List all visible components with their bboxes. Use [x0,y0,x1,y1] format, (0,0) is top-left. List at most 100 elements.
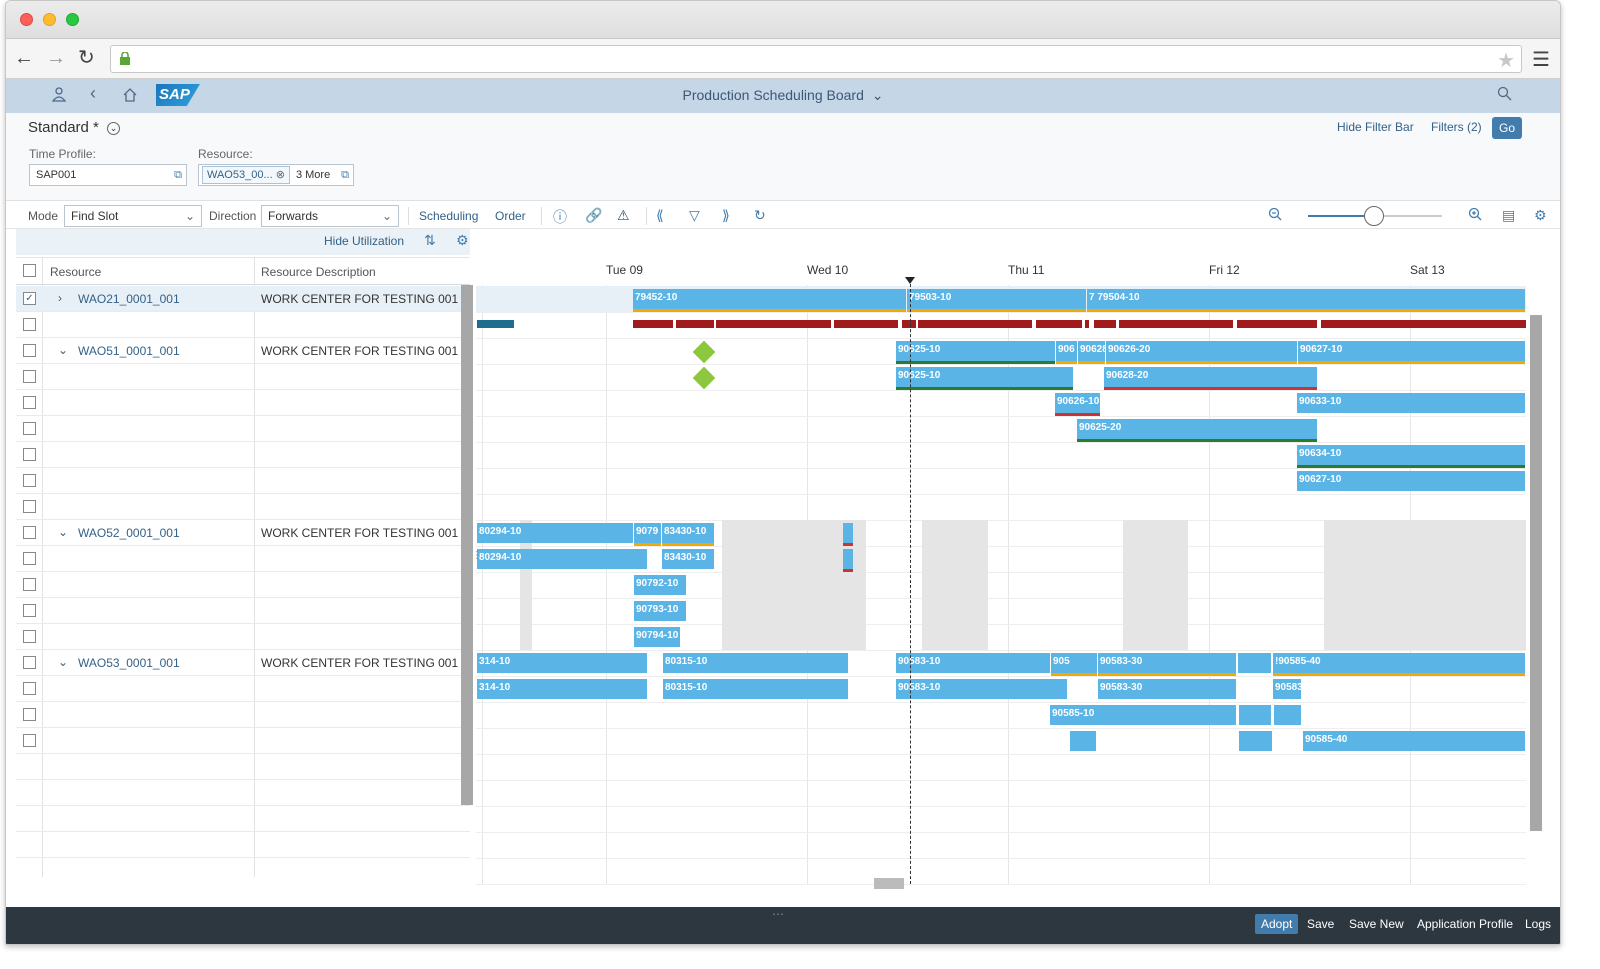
legend-icon[interactable]: ▤ [1502,207,1515,224]
expand-chevron-icon[interactable]: › [58,291,62,305]
token-remove-icon[interactable]: ⊗ [276,169,285,181]
row-checkbox[interactable] [23,656,36,669]
resource-link[interactable]: WAO53_0001_001 [78,656,180,670]
minimize-window-button[interactable] [43,13,56,26]
resource-link[interactable]: WAO51_0001_001 [78,344,180,358]
operation-bar[interactable]: 80294-10 [477,549,647,569]
milestone-diamond-icon[interactable] [692,340,716,364]
value-help-icon[interactable]: ⧉ [341,165,349,185]
row-checkbox[interactable] [23,552,36,565]
row-checkbox[interactable] [23,370,36,383]
table-row[interactable]: ⌄ WAO52_0001_001 WORK CENTER FOR TESTING 0… [16,520,470,546]
operation-bar[interactable]: 90792-10 [634,575,686,595]
variant-selector[interactable]: Standard * ⌄ [28,119,121,136]
operation-bar[interactable] [843,523,853,543]
operation-bar[interactable]: 90794-10 [634,627,680,647]
operation-bar[interactable]: 90625-20 [1077,419,1317,439]
maximize-window-button[interactable] [66,13,79,26]
table-row[interactable] [16,676,470,702]
operation-bar[interactable]: 90627-10 [1298,341,1525,361]
table-row[interactable] [16,546,470,572]
row-checkbox[interactable] [23,630,36,643]
table-row[interactable]: ⌄ WAO51_0001_001 WORK CENTER FOR TESTING 0… [16,338,470,364]
close-window-button[interactable] [20,13,33,26]
resource-input[interactable]: WAO53_00... ⊗ 3 More ⧉ [198,164,354,186]
operation-bar[interactable] [1239,731,1272,751]
row-checkbox[interactable] [23,396,36,409]
logs-button[interactable]: Logs [1525,917,1551,931]
row-checkbox[interactable] [23,708,36,721]
operation-bar[interactable] [1239,705,1271,725]
value-help-icon[interactable]: ⧉ [174,165,182,185]
expand-chevron-icon[interactable]: ⌄ [58,525,68,539]
save-button[interactable]: Save [1307,917,1334,931]
splitter-handle-icon[interactable]: ⋮ [472,551,482,561]
operation-bar[interactable]: 314-10 [477,679,647,699]
back-arrow-icon[interactable]: ← [14,46,34,70]
zoom-in-icon[interactable] [1468,207,1482,224]
resource-link[interactable]: WAO52_0001_001 [78,526,180,540]
filters-link[interactable]: Filters (2) [1431,120,1482,134]
direction-select[interactable]: Forwards ⌄ [261,205,399,227]
table-row[interactable] [16,494,470,520]
operation-bar[interactable]: 90585-10 [1050,705,1236,725]
expand-chevron-icon[interactable]: ⌄ [58,343,68,357]
link-icon[interactable]: 🔗 [585,207,602,224]
operation-bar[interactable]: 90628 [1078,341,1105,361]
warning-icon[interactable]: ⚠ [617,207,630,224]
resource-link[interactable]: WAO21_0001_001 [78,292,180,306]
app-title[interactable]: Production Scheduling Board ⌄ [6,87,1560,104]
table-row[interactable] [16,468,470,494]
row-checkbox[interactable] [23,604,36,617]
operation-bar[interactable]: 80294-10 [477,523,633,543]
refresh-icon[interactable]: ↻ [754,207,766,224]
operation-bar[interactable]: 90627-10 [1297,471,1525,491]
address-bar[interactable]: ★ [110,45,1522,73]
operation-bar[interactable] [843,549,853,569]
table-row[interactable] [16,624,470,650]
operation-bar[interactable]: 90583-30 [1098,679,1236,699]
table-row[interactable]: ⌄ WAO53_0001_001 WORK CENTER FOR TESTING 0… [16,650,470,676]
operation-bar[interactable]: 79503-10 [907,289,1086,309]
column-header-description[interactable]: Resource Description [261,265,376,279]
table-row[interactable] [16,728,470,754]
operation-bar[interactable]: 90583-30 [1098,653,1236,673]
search-icon[interactable] [1497,86,1512,104]
reload-icon[interactable]: ↻ [78,46,95,70]
table-row[interactable]: ✓ › WAO21_0001_001 WORK CENTER FOR TESTING … [16,286,470,312]
mode-select[interactable]: Find Slot ⌄ [64,205,202,227]
expand-chevron-icon[interactable]: ⌄ [58,655,68,669]
zoom-out-icon[interactable] [1268,207,1282,224]
operation-bar[interactable] [1070,731,1096,751]
table-settings-gear-icon[interactable]: ⚙ [456,232,469,249]
operation-bar[interactable]: 79452-10 [633,289,906,309]
operation-bar[interactable]: 9079 [634,523,661,543]
row-checkbox[interactable] [23,734,36,747]
hide-filter-bar-link[interactable]: Hide Filter Bar [1337,120,1414,134]
row-checkbox[interactable] [23,526,36,539]
table-row[interactable] [16,598,470,624]
hide-utilization-button[interactable]: Hide Utilization [324,234,404,248]
select-all-checkbox[interactable] [23,264,36,277]
resize-grip-icon[interactable]: ⋯ [772,907,784,921]
settings-gear-icon[interactable]: ⚙ [1534,207,1547,224]
resource-token[interactable]: WAO53_00... ⊗ [202,166,290,184]
row-checkbox[interactable] [23,578,36,591]
operation-bar[interactable]: 83430-10 [662,523,714,543]
operation-bar[interactable]: 90625-10 [896,341,1055,361]
row-checkbox[interactable] [23,318,36,331]
gantt-horizontal-scrollbar[interactable] [874,878,904,889]
operation-bar[interactable]: 905 [1051,653,1097,673]
table-row[interactable] [16,442,470,468]
bookmark-star-icon[interactable]: ★ [1497,48,1515,73]
row-checkbox[interactable] [23,500,36,513]
operation-bar[interactable]: 7 79504-10 [1087,289,1525,309]
operation-bar[interactable]: 80315-10 [663,653,848,673]
table-row[interactable] [16,416,470,442]
operation-bar[interactable] [1274,705,1301,725]
forward-arrow-icon[interactable]: → [46,46,66,70]
sort-icon[interactable]: ⇅ [424,232,436,249]
operation-bar[interactable]: 90583-10 [896,679,1067,699]
operation-bar[interactable]: 90583-10 [896,653,1050,673]
table-row[interactable] [16,364,470,390]
